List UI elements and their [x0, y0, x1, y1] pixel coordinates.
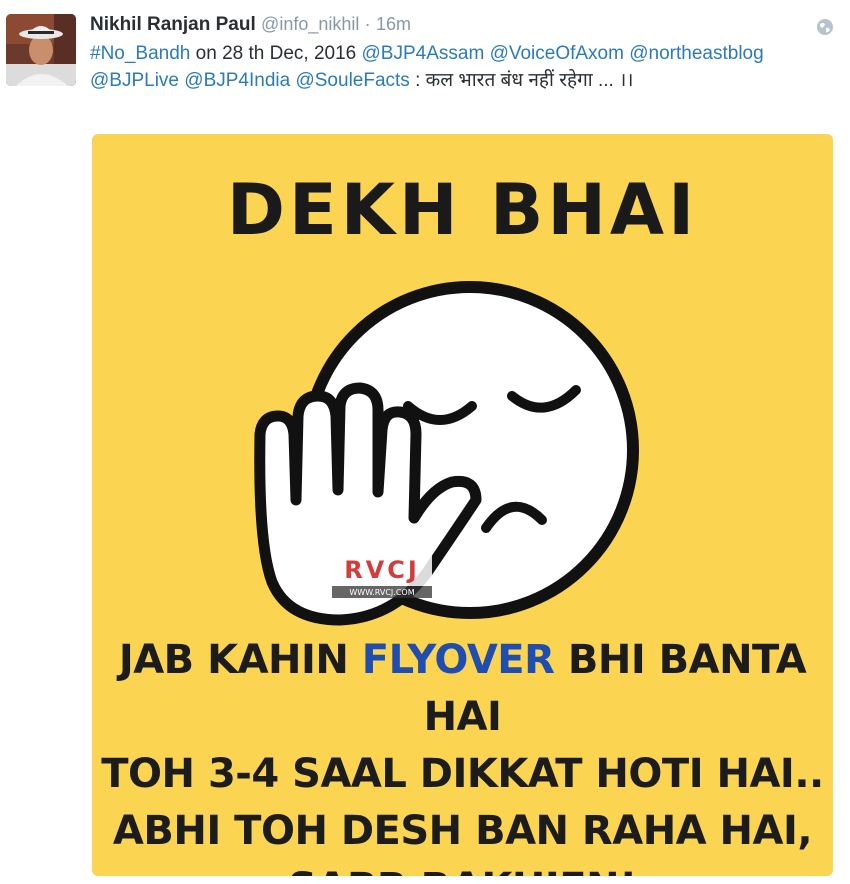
- separator-dot: ·: [364, 14, 371, 34]
- avatar-photo-icon: [6, 14, 76, 86]
- meme-image[interactable]: DEKH BHAI RVCJ WWW.RVCJ.COM JAB KAHIN FL…: [92, 134, 833, 876]
- meme-caption: JAB KAHIN FLYOVER BHI BANTA HAI TOH 3-4 …: [92, 632, 833, 876]
- caption-line-4: SABR RAKHIEN!: [92, 860, 833, 876]
- mention-link[interactable]: @BJP4Assam: [362, 43, 485, 64]
- mention-link[interactable]: @VoiceOfAxom: [490, 43, 624, 64]
- tweet-header: Nikhil Ranjan Paul @info_nikhil · 16m: [90, 12, 411, 37]
- author-handle[interactable]: @info_nikhil: [261, 14, 359, 34]
- watermark-text: RVCJ: [344, 556, 420, 584]
- caption-line-1: JAB KAHIN FLYOVER BHI BANTA HAI: [92, 632, 833, 746]
- facepalm-emoji-icon: RVCJ WWW.RVCJ.COM: [254, 281, 639, 626]
- avatar[interactable]: [6, 14, 76, 86]
- watermark-url: WWW.RVCJ.COM: [349, 588, 414, 597]
- mention-link[interactable]: @SouleFacts: [295, 70, 409, 91]
- hashtag-link[interactable]: #No_Bandh: [90, 43, 190, 64]
- tweet-card: Nikhil Ranjan Paul @info_nikhil · 16m #N…: [0, 0, 850, 884]
- caption-line-2: TOH 3-4 SAAL DIKKAT HOTI HAI..: [101, 751, 824, 797]
- mention-link[interactable]: @BJP4India: [184, 70, 290, 91]
- tweet-timestamp[interactable]: 16m: [376, 14, 411, 34]
- caption-line-3: ABHI TOH DESH BAN RAHA HAI,: [112, 808, 813, 854]
- globe-icon: [817, 19, 833, 35]
- caption-text: JAB KAHIN: [118, 637, 362, 683]
- caption-highlight: FLYOVER: [361, 637, 555, 683]
- author-name[interactable]: Nikhil Ranjan Paul: [90, 14, 256, 35]
- mention-link[interactable]: @northeastblog: [629, 43, 763, 64]
- mention-link[interactable]: @BJPLive: [90, 70, 179, 91]
- date-text: on 28 th Dec, 2016: [190, 43, 362, 64]
- tweet-text: #No_Bandh on 28 th Dec, 2016 @BJP4Assam …: [90, 40, 835, 94]
- hindi-text: : कल भारत बंध नहीं रहेगा ... ।।: [409, 70, 634, 91]
